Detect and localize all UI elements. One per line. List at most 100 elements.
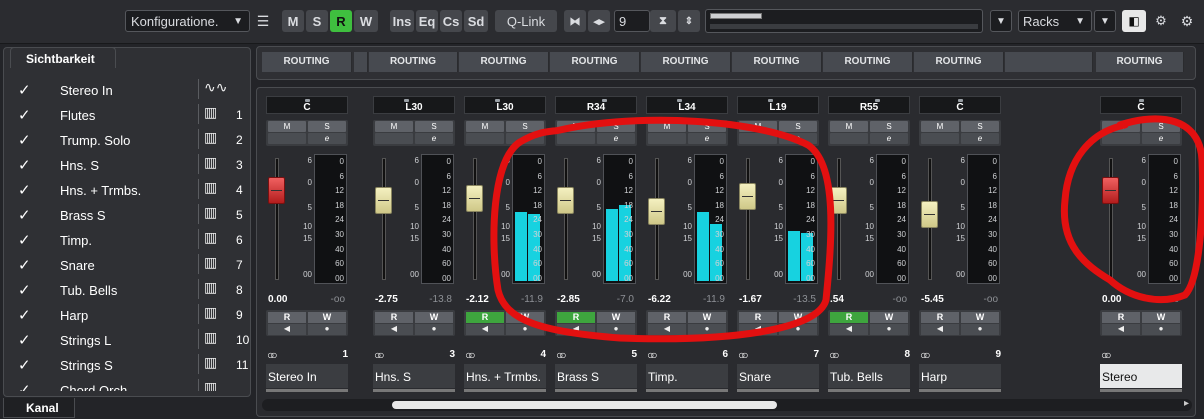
pan-control[interactable]: C bbox=[919, 96, 1001, 114]
expand-icon[interactable]: ◂▸ bbox=[588, 10, 610, 32]
gain-value[interactable]: 0.00 bbox=[268, 294, 287, 305]
fader-handle[interactable] bbox=[268, 177, 285, 205]
visibility-row[interactable]: ✓ Strings L ▥ 10 bbox=[8, 327, 249, 352]
fader-handle[interactable] bbox=[557, 186, 574, 214]
check-icon[interactable]: ✓ bbox=[18, 256, 31, 274]
automation-write-button[interactable]: W bbox=[506, 312, 544, 323]
record-icon[interactable]: ● bbox=[415, 324, 453, 335]
racks-dropdown[interactable]: Racks ▼ bbox=[1018, 10, 1092, 32]
routing-cell[interactable]: ROUTING bbox=[262, 52, 352, 72]
mute-button[interactable]: M bbox=[648, 121, 686, 132]
visibility-row[interactable]: ✓ Trump. Solo ▥ 2 bbox=[8, 127, 248, 152]
listen-button[interactable] bbox=[830, 133, 868, 144]
listen-button[interactable] bbox=[466, 133, 504, 144]
fader-handle[interactable] bbox=[830, 186, 847, 214]
link-icon[interactable]: ○○ bbox=[556, 348, 566, 362]
automation-write-button[interactable]: W bbox=[961, 312, 999, 323]
gear-icon[interactable]: ⚙ bbox=[1176, 10, 1198, 32]
listen-button[interactable] bbox=[557, 133, 595, 144]
panel-layout-icon[interactable]: ◧ bbox=[1122, 10, 1146, 32]
check-icon[interactable]: ✓ bbox=[18, 306, 31, 324]
channel-count-field[interactable]: 9 bbox=[614, 10, 650, 32]
speaker-icon[interactable]: ◀ bbox=[268, 324, 306, 335]
gain-value[interactable]: 0.00 bbox=[1102, 294, 1121, 305]
link-icon[interactable]: ○○ bbox=[1101, 348, 1111, 362]
edit-icon[interactable]: e bbox=[779, 133, 817, 144]
check-icon[interactable]: ✓ bbox=[18, 331, 31, 349]
pan-control[interactable]: L34 bbox=[646, 96, 728, 114]
channel-name[interactable]: Harp bbox=[919, 364, 1001, 388]
qlink-button[interactable]: Q-Link bbox=[495, 10, 557, 32]
automation-read-button[interactable]: R bbox=[375, 312, 413, 323]
solo-button[interactable]: S bbox=[779, 121, 817, 132]
check-icon[interactable]: ✓ bbox=[18, 181, 31, 199]
channel-strip-button[interactable]: Cs bbox=[440, 10, 462, 32]
solo-button[interactable]: S bbox=[961, 121, 999, 132]
speaker-icon[interactable]: ◀ bbox=[739, 324, 777, 335]
mute-button[interactable]: M bbox=[1102, 121, 1140, 132]
link-icon[interactable]: ○○ bbox=[267, 348, 277, 362]
solo-button[interactable]: S bbox=[506, 121, 544, 132]
automation-read-button[interactable]: R bbox=[268, 312, 306, 323]
pan-control[interactable]: C bbox=[266, 96, 348, 114]
speaker-icon[interactable]: ◀ bbox=[466, 324, 504, 335]
gain-value[interactable]: -6.22 bbox=[648, 294, 671, 305]
link-icon[interactable]: ○○ bbox=[374, 348, 384, 362]
channel-name[interactable]: Snare bbox=[737, 364, 819, 388]
edit-icon[interactable]: e bbox=[308, 133, 346, 144]
record-icon[interactable]: ● bbox=[506, 324, 544, 335]
window-dropdown[interactable]: ▼ bbox=[990, 10, 1012, 32]
scroll-right-icon[interactable]: ▸ bbox=[1184, 398, 1189, 409]
solo-button[interactable]: S bbox=[306, 10, 328, 32]
fader-handle[interactable] bbox=[648, 198, 665, 226]
automation-read-button[interactable]: R bbox=[466, 312, 504, 323]
channel-name[interactable]: Hns. S bbox=[373, 364, 455, 388]
fader-handle[interactable] bbox=[466, 184, 483, 212]
scrollbar-thumb[interactable] bbox=[392, 401, 777, 409]
record-icon[interactable]: ● bbox=[597, 324, 635, 335]
speaker-icon[interactable]: ◀ bbox=[375, 324, 413, 335]
check-icon[interactable]: ✓ bbox=[18, 106, 31, 124]
mute-button[interactable]: M bbox=[282, 10, 304, 32]
record-icon[interactable]: ● bbox=[961, 324, 999, 335]
gain-value[interactable]: -2.85 bbox=[557, 294, 580, 305]
listen-button[interactable] bbox=[739, 133, 777, 144]
routing-cell[interactable]: ROUTING bbox=[823, 52, 913, 72]
visibility-row[interactable]: ✓ Strings S ▥ 11 bbox=[8, 352, 248, 377]
horizontal-scrollbar[interactable] bbox=[262, 399, 1192, 411]
up-down-icon[interactable]: ⇕ bbox=[678, 10, 700, 32]
listen-button[interactable] bbox=[268, 133, 306, 144]
automation-write-button[interactable]: W bbox=[308, 312, 346, 323]
listen-button[interactable] bbox=[648, 133, 686, 144]
gain-value[interactable]: -5.45 bbox=[921, 294, 944, 305]
channel-name[interactable]: Stereo bbox=[1100, 364, 1182, 388]
record-icon[interactable]: ● bbox=[688, 324, 726, 335]
speaker-icon[interactable]: ◀ bbox=[557, 324, 595, 335]
automation-read-button[interactable]: R bbox=[830, 312, 868, 323]
speaker-icon[interactable]: ◀ bbox=[648, 324, 686, 335]
edit-icon[interactable]: e bbox=[688, 133, 726, 144]
record-icon[interactable]: ● bbox=[779, 324, 817, 335]
racks-menu-button[interactable]: ▼ bbox=[1094, 10, 1116, 32]
link-icon[interactable]: ○○ bbox=[829, 348, 839, 362]
check-icon[interactable]: ✓ bbox=[18, 156, 31, 174]
solo-button[interactable]: S bbox=[1142, 121, 1180, 132]
link-icon[interactable]: ○○ bbox=[647, 348, 657, 362]
check-icon[interactable]: ✓ bbox=[18, 356, 31, 374]
automation-read-button[interactable]: R bbox=[648, 312, 686, 323]
check-icon[interactable]: ✓ bbox=[18, 381, 31, 391]
tab-channel[interactable]: Kanal bbox=[3, 398, 75, 418]
visibility-row[interactable]: ✓ Brass S ▥ 5 bbox=[8, 202, 248, 227]
pan-control[interactable]: C bbox=[1100, 96, 1182, 114]
write-button[interactable]: W bbox=[354, 10, 378, 32]
mute-button[interactable]: M bbox=[557, 121, 595, 132]
channel-name[interactable]: Timp. bbox=[646, 364, 728, 388]
routing-cell[interactable] bbox=[354, 52, 368, 72]
channel-name[interactable]: Hns. + Trmbs. bbox=[464, 364, 546, 388]
automation-write-button[interactable]: W bbox=[597, 312, 635, 323]
check-icon[interactable]: ✓ bbox=[18, 281, 31, 299]
routing-cell[interactable]: ROUTING bbox=[369, 52, 458, 72]
routing-cell[interactable]: ROUTING bbox=[641, 52, 731, 72]
pan-control[interactable]: R55 bbox=[828, 96, 910, 114]
eq-button[interactable]: Eq bbox=[416, 10, 438, 32]
